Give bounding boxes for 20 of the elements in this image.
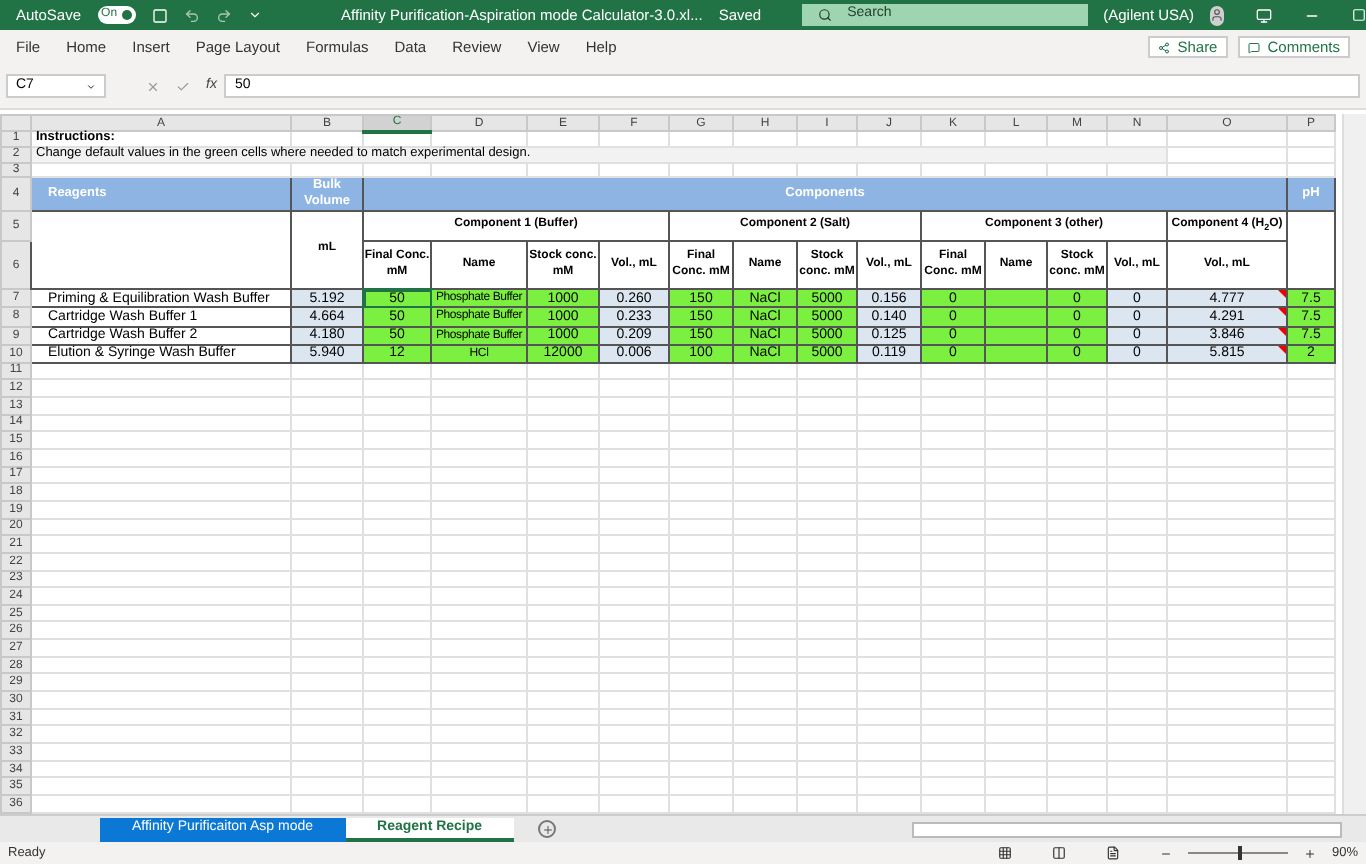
add-sheet-icon[interactable] xyxy=(538,820,557,838)
undo-icon[interactable] xyxy=(183,7,200,23)
customize-icon[interactable] xyxy=(247,8,262,22)
horizontal-scrollbar[interactable] xyxy=(912,821,1342,837)
normal-view-icon[interactable] xyxy=(997,846,1012,860)
comment-icon xyxy=(1247,41,1260,53)
ribbon-display-icon[interactable] xyxy=(1256,7,1273,23)
search-icon xyxy=(817,8,832,22)
avatar-icon[interactable] xyxy=(1210,5,1225,25)
page-layout-icon[interactable] xyxy=(1051,846,1066,860)
enter-icon[interactable] xyxy=(176,79,190,93)
cancel-icon[interactable] xyxy=(146,79,160,93)
zoom-thumb[interactable] xyxy=(1237,846,1242,860)
maximize-icon[interactable] xyxy=(1352,8,1366,22)
share-icon xyxy=(1157,41,1170,53)
page-break-icon[interactable] xyxy=(1105,846,1120,860)
zoom-in-icon[interactable] xyxy=(1303,847,1316,859)
vertical-scrollbar[interactable] xyxy=(1342,114,1366,814)
redo-icon[interactable] xyxy=(215,7,232,23)
zoom-out-icon[interactable] xyxy=(1159,847,1172,859)
